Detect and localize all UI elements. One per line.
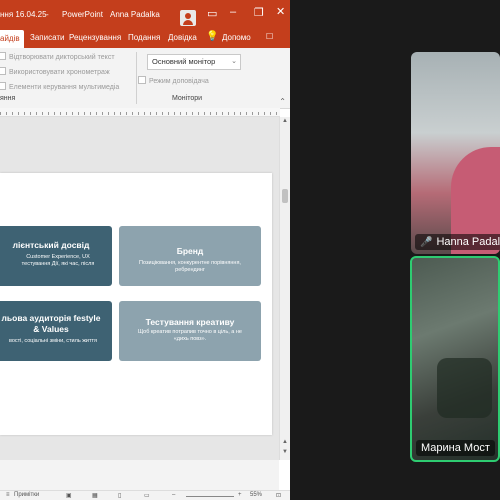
scroll-thumb[interactable]: [282, 189, 288, 203]
avatar[interactable]: [180, 10, 196, 26]
checkbox-icon[interactable]: [0, 82, 6, 90]
tab-help[interactable]: Довідка: [168, 33, 197, 42]
card-client-experience[interactable]: лієнтський досвід Customer Experience, U…: [0, 226, 112, 286]
checkbox-icon[interactable]: [0, 52, 6, 60]
ribbon-tabs: айдів Записати Рецензування Подання Дові…: [0, 28, 290, 48]
scroll-up-icon[interactable]: ▲: [282, 118, 288, 124]
tab-slideshow[interactable]: айдів: [0, 30, 24, 48]
vertical-scrollbar[interactable]: ▲ ▲ ▼: [279, 117, 290, 460]
scroll-down-icon[interactable]: ▼: [282, 449, 288, 455]
slideshow-icon[interactable]: ▭: [144, 492, 150, 499]
minimize-icon[interactable]: –: [230, 6, 236, 18]
tab-assist[interactable]: Допомо: [222, 33, 251, 42]
lightbulb-icon[interactable]: 💡: [206, 31, 218, 42]
notes-button[interactable]: Примітки: [14, 492, 39, 498]
scroll-up-icon[interactable]: ▲: [282, 439, 288, 445]
zoom-in-icon[interactable]: +: [238, 492, 242, 498]
slide-canvas: лієнтський досвід Customer Experience, U…: [0, 117, 279, 460]
group-label-monitors: Монітори: [172, 95, 203, 102]
notes-area: [0, 460, 279, 490]
tab-view[interactable]: Подання: [128, 33, 160, 42]
close-icon[interactable]: ✕: [276, 5, 285, 18]
option-narration[interactable]: Відтворювати дикторський текст: [0, 52, 115, 61]
group-divider: [136, 52, 137, 104]
comment-icon[interactable]: ☐: [266, 32, 273, 41]
slide-sorter-icon[interactable]: ▦: [92, 492, 98, 499]
notes-icon[interactable]: ≡: [6, 492, 10, 498]
card-brand[interactable]: Бренд Позиціювання, конкурентне порівнян…: [119, 226, 261, 286]
chevron-up-icon[interactable]: ⌃: [279, 97, 286, 106]
reading-view-icon[interactable]: ▯: [118, 492, 121, 499]
participant-name-bar: 🎤 Hanna Padal: [415, 234, 500, 250]
ribbon: Відтворювати дикторський текст Використо…: [0, 48, 290, 109]
monitor-select[interactable]: Основний монітор ⌄: [147, 54, 241, 70]
normal-view-icon[interactable]: ▣: [66, 492, 72, 499]
zoom-slider[interactable]: [186, 496, 234, 497]
checkbox-icon[interactable]: [138, 76, 146, 84]
tab-review[interactable]: Рецензування: [69, 33, 121, 42]
participant-tile-active-speaker[interactable]: Марина Мост: [410, 256, 500, 462]
checkbox-icon[interactable]: [0, 67, 6, 75]
tab-record[interactable]: Записати: [30, 33, 65, 42]
document-title: ння 16.04.25: [0, 10, 47, 19]
group-label-setup: яння: [0, 95, 16, 102]
card-target-audience[interactable]: льова аудиторія festyle & Values вості, …: [0, 301, 112, 361]
title-bar: ння 16.04.25 - PowerPoint Anna Padalka ▭…: [0, 0, 290, 28]
participant-tile[interactable]: 🎤 Hanna Padal: [411, 52, 500, 254]
status-bar: ≡ Примітки ▣ ▦ ▯ ▭ – + 55% ⊡: [0, 490, 290, 500]
restore-icon[interactable]: ❐: [254, 6, 264, 19]
slide[interactable]: лієнтський досвід Customer Experience, U…: [0, 173, 272, 435]
participant-video: [437, 358, 492, 418]
zoom-level[interactable]: 55%: [250, 492, 262, 498]
fit-slide-icon[interactable]: ⊡: [276, 492, 281, 499]
card-creative-testing[interactable]: Тестування креативу Щоб креатив потрапив…: [119, 301, 261, 361]
separator: -: [46, 10, 49, 19]
option-timings[interactable]: Використовувати хронометраж: [0, 67, 110, 76]
option-media-controls[interactable]: Елементи керування мультимедіа: [0, 82, 119, 91]
ribbon-display-icon[interactable]: ▭: [207, 7, 217, 20]
option-presenter-view[interactable]: Режим доповідача: [138, 76, 209, 85]
user-name[interactable]: Anna Padalka: [110, 10, 160, 19]
participant-name-bar: Марина Мост: [416, 440, 495, 456]
mic-muted-icon: 🎤: [420, 237, 433, 248]
powerpoint-window: ння 16.04.25 - PowerPoint Anna Padalka ▭…: [0, 0, 290, 500]
horizontal-ruler: [0, 108, 280, 117]
chevron-down-icon: ⌄: [231, 58, 237, 65]
zoom-out-icon[interactable]: –: [172, 492, 175, 498]
app-name: PowerPoint: [62, 10, 103, 19]
